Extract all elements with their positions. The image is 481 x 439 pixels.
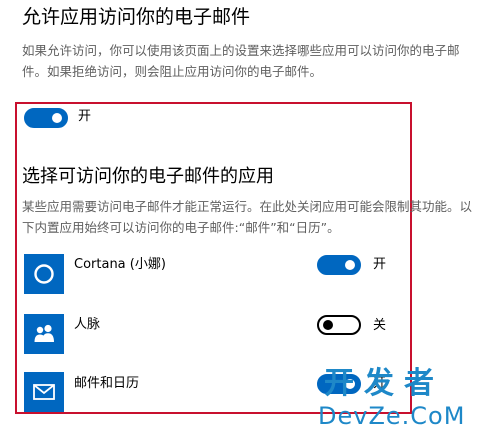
- people-toggle-label: 关: [373, 318, 387, 333]
- apps-section-description: 某些应用需要访问电子邮件才能正常运行。在此处关闭应用可能会限制其功能。以下内置应…: [22, 199, 473, 235]
- cortana-icon: [24, 254, 64, 294]
- mail-icon: [24, 372, 64, 412]
- people-icon: [24, 314, 64, 354]
- app-name-people: 人脉: [74, 317, 101, 332]
- apps-section-title: 选择可访问你的电子邮件的应用: [22, 166, 274, 187]
- toggle-knob: [323, 320, 333, 330]
- watermark-bottom-text: DevZe.CoM: [318, 402, 466, 430]
- email-access-toggle[interactable]: [24, 108, 68, 128]
- people-toggle[interactable]: [317, 315, 361, 335]
- watermark-top-text: 开发者: [324, 366, 444, 401]
- cortana-toggle[interactable]: [317, 255, 361, 275]
- toggle-knob: [52, 113, 62, 123]
- app-name-mail-calendar: 邮件和日历: [74, 376, 140, 391]
- toggle-knob: [345, 260, 355, 270]
- watermark: 开发者 DevZe.CoM: [318, 368, 478, 434]
- cortana-toggle-label: 开: [373, 257, 387, 272]
- page-title: 允许应用访问你的电子邮件: [22, 6, 251, 28]
- section-description: 如果允许访问，你可以使用该页面上的设置来选择哪些应用可以访问你的电子邮件。如果拒…: [22, 43, 460, 79]
- email-access-toggle-label: 开: [78, 109, 92, 124]
- app-name-cortana: Cortana (小娜): [74, 257, 166, 272]
